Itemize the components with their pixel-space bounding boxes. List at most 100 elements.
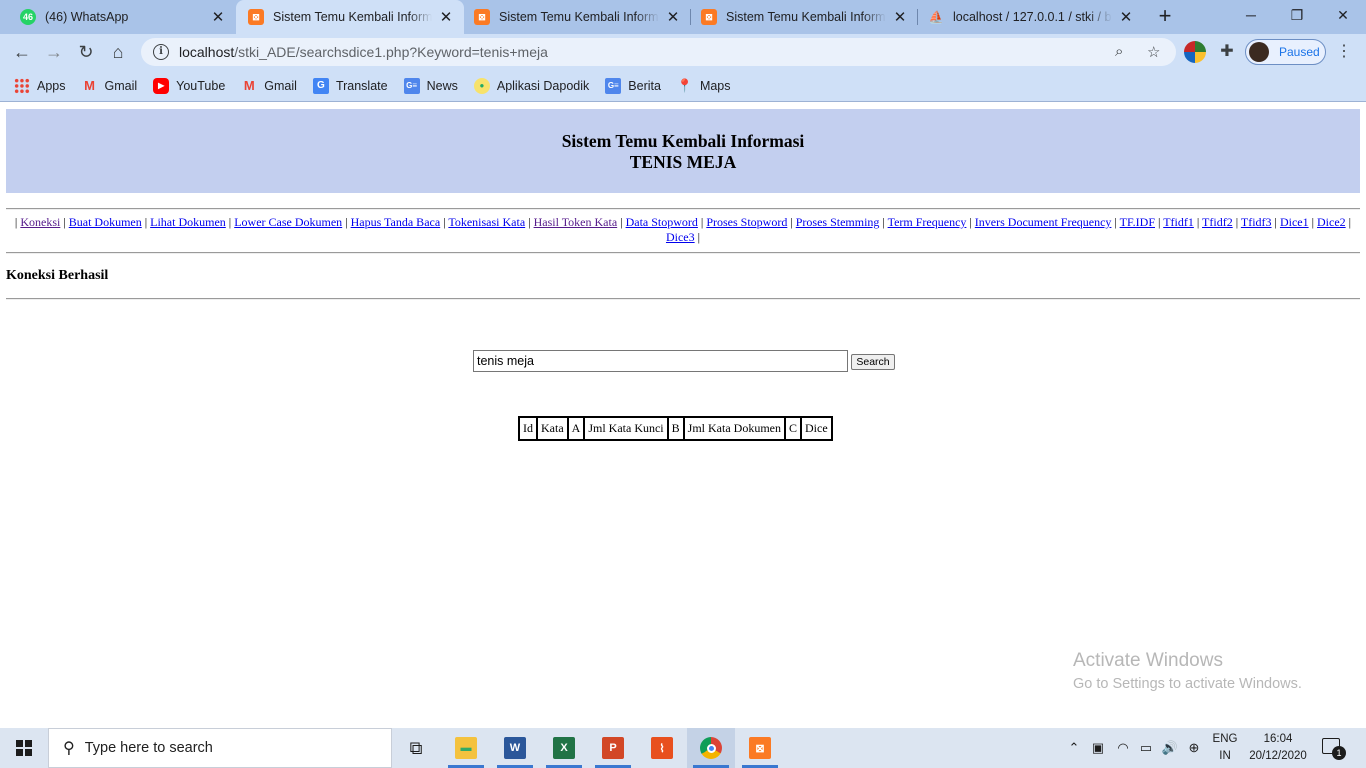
tab-close-icon[interactable]: ✕ — [438, 8, 454, 26]
start-button[interactable] — [0, 728, 48, 768]
menu-link-koneksi[interactable]: Koneksi — [20, 215, 60, 229]
notification-center-icon[interactable]: 1 — [1322, 738, 1346, 760]
chrome-icon[interactable] — [687, 728, 735, 768]
tab-title: Sistem Temu Kembali Informasi — [499, 10, 659, 24]
excel-icon[interactable]: X — [540, 728, 588, 768]
dice-results-table: Id Kata A Jml Kata Kunci B Jml Kata Doku… — [518, 416, 833, 441]
menu-link-buat-dokumen[interactable]: Buat Dokumen — [69, 215, 142, 229]
divider — [6, 252, 1360, 254]
menu-separator: | — [1155, 215, 1164, 229]
task-view-icon[interactable]: ⧉ — [392, 728, 440, 768]
word-icon[interactable]: W — [491, 728, 539, 768]
bookmark-label: YouTube — [176, 78, 226, 93]
menu-link-tfidf1[interactable]: Tfidf1 — [1163, 215, 1194, 229]
zoom-icon[interactable]: ⌕ — [1115, 43, 1123, 60]
meet-now-icon[interactable]: ▣ — [1088, 728, 1108, 768]
back-button[interactable]: ← — [8, 38, 36, 66]
bookmark-translate[interactable]: G Translate — [312, 77, 388, 94]
bookmark-youtube[interactable]: ▶ YouTube — [153, 77, 226, 94]
forward-button[interactable]: → — [40, 38, 68, 66]
menu-link-hasil-token-kata[interactable]: Hasil Token Kata — [534, 215, 618, 229]
menu-link-lihat-dokumen[interactable]: Lihat Dokumen — [150, 215, 226, 229]
volume-icon[interactable]: 🔊 — [1160, 728, 1180, 768]
wifi-icon[interactable]: ◠ — [1113, 728, 1133, 768]
xampp-icon: ⊠ — [474, 9, 490, 25]
profile-status: Paused — [1279, 45, 1320, 59]
menu-link-proses-stemming[interactable]: Proses Stemming — [796, 215, 880, 229]
bookmark-star-icon[interactable]: ☆ — [1147, 43, 1160, 61]
menu-separator: | — [342, 215, 351, 229]
battery-icon[interactable]: ▭ — [1136, 728, 1156, 768]
tab-close-icon[interactable]: ✕ — [892, 8, 908, 26]
menu-separator: | — [525, 215, 534, 229]
menu-link-tfidf2[interactable]: Tfidf2 — [1202, 215, 1233, 229]
col-c: C — [785, 417, 802, 440]
menu-kebab-icon[interactable]: ⋮ — [1336, 40, 1352, 64]
table-header-row: Id Kata A Jml Kata Kunci B Jml Kata Doku… — [519, 417, 832, 440]
taskbar-search[interactable]: ⚲ Type here to search — [48, 728, 392, 768]
file-explorer-icon[interactable]: ▬ — [442, 728, 490, 768]
tab-sistem-temu-2[interactable]: ⊠ Sistem Temu Kembali Informasi ✕ — [464, 0, 691, 34]
bookmark-news[interactable]: G≡ News — [403, 77, 458, 94]
menu-link-tf-idf[interactable]: TF.IDF — [1120, 215, 1155, 229]
bookmark-maps[interactable]: 📍 Maps — [677, 78, 731, 94]
bookmark-label: Apps — [37, 78, 66, 93]
search-button[interactable]: Search — [851, 354, 895, 370]
home-button[interactable]: ⌂ — [104, 38, 132, 66]
new-tab-button[interactable]: + — [1153, 5, 1177, 29]
clock-date: 20/12/2020 — [1249, 750, 1307, 762]
language-indicator[interactable]: ENG IN — [1210, 731, 1240, 765]
extension-icon[interactable] — [1184, 41, 1206, 63]
menu-link-dice2[interactable]: Dice2 — [1317, 215, 1346, 229]
xampp-icon[interactable]: ⊠ — [736, 728, 784, 768]
tab-close-icon[interactable]: ✕ — [1118, 8, 1134, 26]
bookmark-gmail-2[interactable]: M Gmail — [241, 78, 297, 94]
pdf-reader-icon[interactable]: ⌇ — [638, 728, 686, 768]
menu-link-proses-stopword[interactable]: Proses Stopword — [706, 215, 787, 229]
bookmark-gmail[interactable]: M Gmail — [82, 78, 137, 94]
tab-whatsapp[interactable]: 46 (46) WhatsApp ✕ — [0, 0, 236, 34]
divider — [6, 298, 1360, 300]
search-input[interactable]: tenis meja — [473, 350, 848, 372]
menu-link-term-frequency[interactable]: Term Frequency — [888, 215, 967, 229]
site-info-icon[interactable]: i — [153, 44, 169, 60]
bookmarks-bar: Apps M Gmail ▶ YouTube M Gmail G Translate G… — [0, 70, 1366, 102]
system-clock[interactable]: 16:04 20/12/2020 — [1248, 731, 1308, 765]
menu-separator: | — [1308, 215, 1317, 229]
menu-link-tokenisasi-kata[interactable]: Tokenisasi Kata — [448, 215, 525, 229]
bookmark-berita[interactable]: G≡ Berita — [605, 77, 661, 94]
menu-link-lower-case-dokumen[interactable]: Lower Case Dokumen — [234, 215, 342, 229]
avatar — [1249, 42, 1269, 62]
close-window-button[interactable]: ✕ — [1320, 0, 1366, 34]
extensions-puzzle-icon[interactable]: ✚ — [1213, 38, 1241, 66]
profile-button[interactable]: Paused — [1245, 39, 1326, 65]
menu-link-hapus-tanda-baca[interactable]: Hapus Tanda Baca — [351, 215, 441, 229]
bookmark-label: Gmail — [264, 78, 297, 93]
minimize-button[interactable]: ─ — [1228, 0, 1274, 34]
gmail-icon: M — [84, 78, 95, 93]
address-bar[interactable]: i localhost/stki_ADE/searchsdice1.php?Ke… — [141, 38, 1176, 66]
bookmark-label: Translate — [335, 78, 388, 93]
reload-button[interactable]: ↻ — [72, 38, 100, 66]
network-icon[interactable]: ⊕ — [1184, 728, 1204, 768]
bookmark-apps[interactable]: Apps — [14, 77, 66, 94]
menu-link-data-stopword[interactable]: Data Stopword — [626, 215, 698, 229]
tab-sistem-temu-active[interactable]: ⊠ Sistem Temu Kembali Informasi ✕ — [236, 0, 464, 34]
menu-link-invers-document-frequency[interactable]: Invers Document Frequency — [975, 215, 1112, 229]
news-icon: G≡ — [605, 77, 622, 94]
bookmark-dapodik[interactable]: ● Aplikasi Dapodik — [473, 77, 589, 94]
menu-link-dice1[interactable]: Dice1 — [1280, 215, 1309, 229]
tab-phpmyadmin[interactable]: ⛵ localhost / 127.0.0.1 / stki / berita … — [918, 0, 1144, 34]
menu-link-tfidf3[interactable]: Tfidf3 — [1241, 215, 1272, 229]
tab-close-icon[interactable]: ✕ — [665, 8, 681, 26]
menu-separator: | — [787, 215, 796, 229]
powerpoint-icon[interactable]: P — [589, 728, 637, 768]
dapodik-icon: ● — [473, 77, 490, 94]
tray-overflow-icon[interactable]: ⌃ — [1064, 728, 1084, 768]
restore-button[interactable]: ❐ — [1274, 0, 1320, 34]
menu-link-dice3[interactable]: Dice3 — [666, 230, 695, 244]
tab-sistem-temu-3[interactable]: ⊠ Sistem Temu Kembali Informasi ✕ — [691, 0, 918, 34]
whatsapp-icon: 46 — [20, 9, 36, 25]
tab-close-icon[interactable]: ✕ — [210, 8, 226, 26]
windows-taskbar: ⚲ Type here to search ⧉ ▬ W X P ⌇ ⊠ ⌃ ▣ … — [0, 728, 1366, 768]
